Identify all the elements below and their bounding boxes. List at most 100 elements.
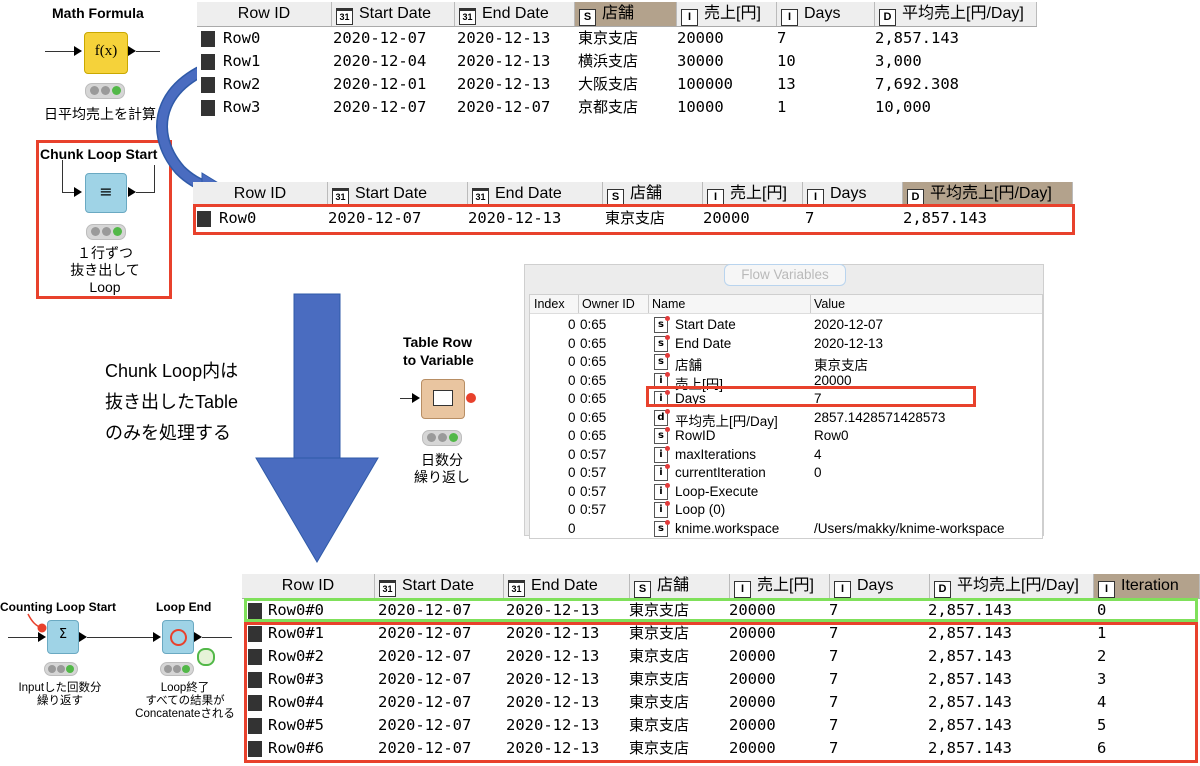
column-header[interactable]: I 売上[円] (677, 2, 777, 26)
column-label: Row ID (233, 185, 287, 202)
flow-variable-index: 0 (568, 372, 576, 388)
variable-type-icon: s (654, 519, 670, 537)
flow-variable-row[interactable]: 0 0:65 s Start Date 2020-12-07 (530, 316, 1042, 334)
flow-variables-col-header[interactable]: Value (814, 297, 845, 311)
variable-type-icon: s (654, 427, 670, 444)
column-type-icon: 31 (336, 8, 353, 25)
column-header[interactable]: D 平均売上[円/Day] (903, 182, 1073, 206)
table-row[interactable]: Row0 2020-12-07 2020-12-13 東京支店 20000 7 2,857.… (197, 27, 1037, 50)
column-header[interactable]: D 平均売上[円/Day] (930, 574, 1094, 598)
variable-out-port (466, 393, 476, 403)
column-header[interactable]: 31 End Date (468, 182, 603, 206)
column-label: Start Date (359, 5, 432, 22)
column-label: 店舗 (630, 185, 663, 202)
table-cell: 3,000 (875, 52, 922, 70)
flow-variable-row[interactable]: 0 0:57 i maxIterations 4 (530, 445, 1042, 464)
flow-variables-tab[interactable]: Flow Variables (724, 264, 846, 286)
table-row[interactable]: Row3 2020-12-07 2020-12-07 京都支店 10000 1 10,000 (197, 96, 1037, 119)
column-header[interactable]: 31 Start Date (375, 574, 504, 598)
column-header[interactable]: I Iteration (1094, 574, 1200, 598)
table-cell: 2020-12-04 (333, 52, 427, 70)
column-type-icon: 31 (459, 8, 476, 25)
column-type-icon: 31 (379, 580, 396, 597)
flow-variable-index: 0 (568, 317, 576, 332)
table-cell: 京都支店 (578, 98, 639, 116)
flow-variables-header: Index Owner ID Name Value (530, 295, 1042, 314)
table-row-to-var-node[interactable] (421, 379, 465, 419)
column-type-icon: D (879, 9, 896, 26)
loop-end-in-port (153, 632, 161, 642)
flow-variable-row[interactable]: 0 0:65 s End Date 2020-12-13 (530, 334, 1042, 353)
loop-end-desc-2: すべての結果が (145, 695, 225, 707)
flow-variable-row[interactable]: 0 0:57 i Loop (0) (530, 501, 1042, 519)
table-cell: Row2 (223, 75, 261, 93)
note-line-3: のみを処理する (105, 423, 231, 443)
column-header[interactable]: I Days (830, 574, 930, 598)
counting-loop-node[interactable]: Σ (47, 620, 79, 654)
column-type-icon: S (579, 9, 596, 26)
flow-variables-col-header[interactable]: Owner ID (582, 297, 635, 311)
loop-end-node[interactable] (162, 620, 194, 654)
column-header[interactable]: Row ID (242, 574, 375, 598)
column-header[interactable]: D 平均売上[円/Day] (875, 2, 1037, 26)
chunk-loop-node[interactable]: ≡ (85, 173, 127, 213)
flow-variable-row[interactable]: 0 s knime.workspace/Users/makky/knime-work… (530, 519, 1042, 538)
table-cell: 2020-12-13 (457, 52, 551, 70)
column-divider (578, 295, 579, 313)
flow-variables-col-header[interactable]: Name (652, 297, 685, 311)
column-label: 売上[円] (730, 185, 787, 202)
flow-variable-name: Loop (0) (675, 502, 726, 517)
flow-variable-index: 0 (568, 465, 576, 480)
column-header[interactable]: 31 End Date (504, 574, 630, 598)
column-header[interactable]: S 店舗 (575, 2, 677, 26)
variable-type-icon: s (654, 316, 670, 333)
column-type-icon: I (1098, 581, 1115, 598)
flow-variable-name: maxIterations (675, 446, 757, 462)
table-row[interactable]: Row1 2020-12-04 2020-12-13 横浜支店 30000 10 3,000 (197, 50, 1037, 73)
column-header[interactable]: 31 Start Date (328, 182, 468, 206)
table-cell: 横浜支店 (578, 52, 639, 70)
math-formula-status-light (85, 83, 125, 99)
flow-variable-name: End Date (675, 335, 732, 351)
table-cell: 2020-12-01 (333, 75, 427, 93)
flow-variable-owner: 0:65 (580, 317, 607, 332)
loop-end-title: Loop End (156, 600, 212, 614)
variable-type-icon: s (654, 353, 670, 370)
column-header[interactable]: I Days (777, 2, 875, 26)
table-cell: 10,000 (875, 98, 931, 116)
column-divider (810, 295, 811, 313)
table-cell: 100000 (677, 75, 733, 93)
flow-variable-row[interactable]: 0 0:65 s RowID Row0 (530, 427, 1042, 445)
column-type-icon: I (734, 581, 751, 598)
variable-type-icon: d (654, 408, 670, 426)
table-row[interactable]: Row2 2020-12-01 2020-12-13 大阪支店 100000 13 7,69… (197, 73, 1037, 96)
column-header[interactable]: 31 End Date (455, 2, 575, 26)
column-header[interactable]: S 店舗 (603, 182, 703, 206)
column-type-icon: S (634, 581, 651, 598)
table-cell: 2,857.143 (875, 29, 959, 47)
flow-variables-col-header[interactable]: Index (534, 297, 565, 311)
variable-type-icon: i (654, 482, 670, 500)
column-label: 売上[円] (704, 5, 761, 22)
flow-variable-owner: 0:57 (580, 446, 607, 462)
sum-icon: Σ (58, 627, 68, 642)
column-header[interactable]: I 売上[円] (703, 182, 803, 206)
flow-variable-row[interactable]: 0 0:57 i Loop-Execute (530, 482, 1042, 501)
loop-end-desc-1: Loop終了 (160, 682, 210, 694)
flow-variable-index: 0 (568, 354, 576, 369)
flow-variable-row[interactable]: 0 0:65 d 平均売上[円/Day] 2857.1428571428573 (530, 408, 1042, 429)
table-to-variable-icon (433, 390, 453, 406)
column-header[interactable]: S 店舗 (630, 574, 730, 598)
counting-loop-in-port (38, 632, 46, 642)
column-label: Days (857, 577, 894, 594)
column-header[interactable]: I Days (803, 182, 903, 206)
column-header[interactable]: Row ID (197, 2, 332, 26)
flow-variable-row[interactable]: 0 0:65 s 店舗 東京支店 (530, 353, 1042, 373)
flow-variable-row[interactable]: 0 0:57 i currentIteration 0 (530, 464, 1042, 482)
column-header[interactable]: 31 Start Date (332, 2, 455, 26)
column-label: End Date (531, 577, 598, 594)
column-header[interactable]: I 売上[円] (730, 574, 830, 598)
column-header[interactable]: Row ID (193, 182, 328, 206)
flow-variable-name: currentIteration (675, 465, 766, 480)
math-formula-node[interactable]: f(x) (84, 32, 128, 74)
